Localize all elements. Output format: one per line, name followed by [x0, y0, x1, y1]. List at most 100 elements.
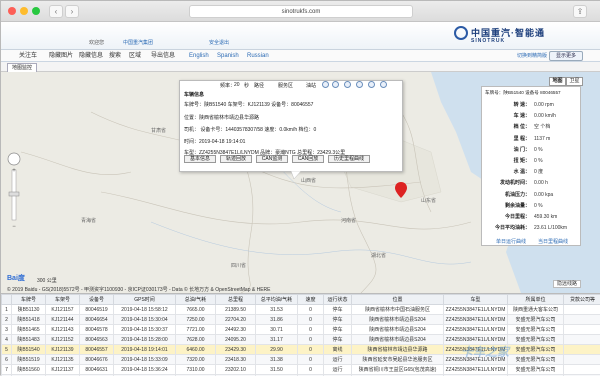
table-cell: 0 [298, 355, 324, 365]
share-icon[interactable]: ⇪ [573, 5, 587, 18]
back-icon[interactable]: ‹ [49, 5, 63, 18]
company-link[interactable]: 中国重汽集团 [123, 39, 153, 46]
table-cell: KJ121139 [46, 345, 80, 355]
freq-unit: 秒 [244, 82, 249, 89]
table-cell: 31.53 [256, 305, 298, 315]
logout-link[interactable]: 安全退出 [209, 39, 229, 46]
table-row[interactable]: 1陕B51130KJ121157800465192019-04-18 15:58… [2, 305, 600, 315]
table-cell: 陕西重通大客车公司 [508, 305, 564, 315]
table-cell: 24095.20 [216, 335, 256, 345]
table-cell: 21389.50 [216, 305, 256, 315]
map-type-toggle: 地图 卫星 [549, 77, 583, 86]
table-row[interactable]: 6陕B51519KJ121135800466762019-04-18 15:33… [2, 355, 600, 365]
settings-icon[interactable] [368, 81, 375, 88]
can-monitor-button[interactable]: CAN监测 [256, 155, 288, 163]
table-cell: 安盛无限汽车公司 [508, 335, 564, 345]
nav-region[interactable]: 区域 [129, 50, 141, 62]
status-row: 扭 矩：0 % [482, 157, 543, 164]
status-value: 0.00 rpm [530, 102, 554, 108]
refresh-icon[interactable] [322, 81, 329, 88]
tab-map-monitor[interactable]: 地图监控 [7, 63, 37, 72]
column-header[interactable]: 贷款公司等 [564, 295, 600, 305]
lang-russian[interactable]: Russian [247, 50, 269, 62]
column-header[interactable]: 设备号 [80, 295, 114, 305]
can-replay-button[interactable]: CAN回放 [292, 155, 324, 163]
daily-mileage-curve-link[interactable]: 当日里程曲线 [538, 238, 568, 245]
table-cell: KJ121137 [46, 365, 80, 375]
vehicle-marker-icon[interactable] [395, 182, 407, 198]
status-row: 机油压力：0.00 kpa [482, 191, 553, 198]
nav-hide-image[interactable]: 隐藏图片 [49, 50, 73, 62]
column-header[interactable]: 速度 [298, 295, 324, 305]
lang-english[interactable]: English [189, 50, 209, 62]
column-header[interactable]: 运行状态 [324, 295, 352, 305]
table-row[interactable]: 5陕B51540KJ121139800465572019-04-18 19:14… [2, 345, 600, 355]
table-cell: KJ121135 [46, 355, 80, 365]
popup-driver-line: 司机： 设备卡号：14403578307/58 速度：0.0km/h 档位：0 [184, 126, 316, 133]
column-header[interactable]: 总油/气耗 [176, 295, 216, 305]
locate-icon[interactable] [344, 81, 351, 88]
table-row[interactable]: 4陕B51483KJ121152800465632019-04-18 15:28… [2, 335, 600, 345]
mileage-curve-button[interactable]: 历史里程曲线 [328, 155, 370, 163]
column-header[interactable]: 总平均油/气耗 [256, 295, 298, 305]
svg-text:河南省: 河南省 [341, 217, 356, 224]
hide-route-button[interactable]: 隐远线路 [553, 280, 581, 288]
address-bar[interactable]: sinotrukfs.com [189, 5, 413, 18]
history-icon[interactable] [356, 81, 363, 88]
column-header[interactable]: 车型 [444, 295, 508, 305]
table-row[interactable]: 7陕B51560KJ121137800466312019-04-18 15:36… [2, 365, 600, 375]
table-cell: 陕西省延安市吴起县华池服务区 [352, 355, 444, 365]
freq-value[interactable]: 20 [234, 82, 240, 88]
edit-icon[interactable] [332, 81, 339, 88]
show-more-button[interactable]: 显示更多 [549, 51, 583, 61]
column-header[interactable]: 位置 [352, 295, 444, 305]
switch-lite-link[interactable]: 切换到精简版 [517, 50, 547, 62]
table-cell: ZZ4255N3847E1L/LNYDM [444, 305, 508, 315]
opt-gas-station[interactable]: 油站 [306, 82, 316, 89]
maximize-window-button[interactable] [32, 7, 40, 15]
column-header[interactable]: 所属单位 [508, 295, 564, 305]
column-header[interactable]: 车牌号 [12, 295, 46, 305]
status-value: 0 度 [530, 169, 543, 175]
nav-hide-info[interactable]: 隐藏信息 [79, 50, 103, 62]
close-window-button[interactable] [8, 7, 16, 15]
forward-icon[interactable]: › [65, 5, 79, 18]
column-header[interactable]: GPS时间 [114, 295, 176, 305]
svg-text:湖北省: 湖北省 [371, 252, 386, 259]
table-cell: 陕B51465 [12, 325, 46, 335]
status-row: 发动机时间：0.00 h [482, 179, 548, 186]
table-cell: 31.38 [256, 355, 298, 365]
table-row[interactable]: 2陕B51418KJ121144800466542019-04-18 15:30… [2, 315, 600, 325]
opt-service-area[interactable]: 服务区 [278, 82, 293, 89]
nav-export[interactable]: 导出信息 [151, 50, 175, 62]
table-cell: 陕西省榆林市靖边县S204 [352, 315, 444, 325]
table-cell: KJ121157 [46, 305, 80, 315]
table-cell: 陕B51418 [12, 315, 46, 325]
table-cell: 陕B51540 [12, 345, 46, 355]
map-type-satellite[interactable]: 卫星 [566, 77, 583, 86]
column-header[interactable] [2, 295, 12, 305]
svg-text:青海省: 青海省 [81, 217, 96, 224]
table-cell: 安盛无限汽车公司 [508, 315, 564, 325]
zoom-control: + − [7, 152, 19, 232]
column-header[interactable]: 车架号 [46, 295, 80, 305]
freq-label: 频率： [220, 82, 235, 89]
status-label: 扭 矩： [482, 157, 530, 164]
nav-search[interactable]: 搜索 [109, 50, 121, 62]
column-header[interactable]: 总里程 [216, 295, 256, 305]
popup-pointer-icon [291, 171, 301, 179]
svg-text:−: − [12, 224, 16, 230]
lang-spanish[interactable]: Spanish [217, 50, 239, 62]
table-cell: 7 [2, 365, 12, 375]
nav-follow-car[interactable]: 关注车 [19, 50, 37, 62]
opt-route[interactable]: 路径 [254, 82, 264, 89]
map-type-map[interactable]: 地图 [549, 77, 566, 86]
track-replay-button[interactable]: 轨迹回放 [220, 155, 252, 163]
basic-info-button[interactable]: 基本信息 [184, 155, 216, 163]
table-row[interactable]: 3陕B51465KJ121143800465782019-04-18 15:30… [2, 325, 600, 335]
minimize-window-button[interactable] [20, 7, 28, 15]
status-row: 油 门：0 % [482, 146, 543, 153]
table-cell: 0 [298, 315, 324, 325]
search-icon[interactable] [380, 81, 387, 88]
daily-run-curve-link[interactable]: 单日运行曲线 [496, 238, 526, 245]
